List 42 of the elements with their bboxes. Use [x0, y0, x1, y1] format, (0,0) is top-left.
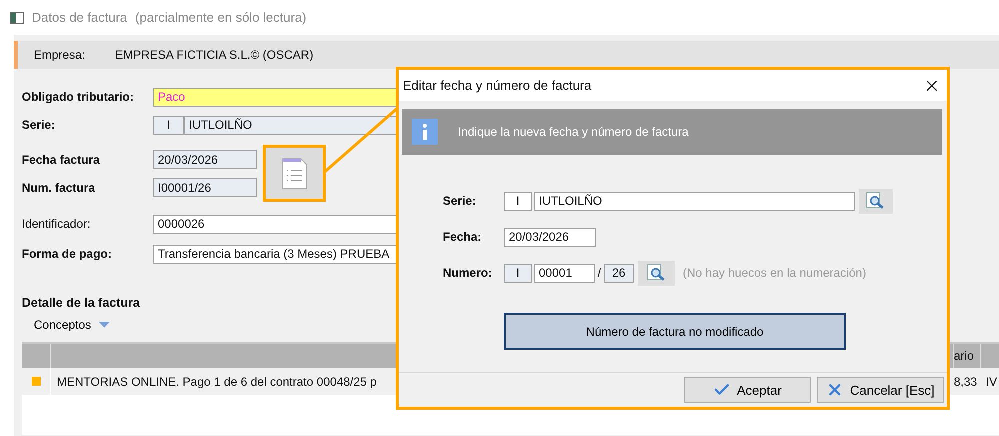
status-button[interactable]: Número de factura no modificado [504, 313, 846, 350]
table-cell: IV [986, 374, 998, 388]
info-text: Indique la nueva fecha y número de factura [458, 125, 689, 139]
date-field[interactable]: 20/03/2026 [153, 150, 257, 169]
field-label: Identificador: [22, 217, 92, 231]
search-button[interactable] [859, 188, 893, 214]
field-label: Num. factura [22, 180, 96, 194]
field-label: Numero: [443, 266, 494, 280]
invoice-number-field[interactable]: I00001/26 [153, 178, 257, 197]
edit-document-button[interactable] [263, 145, 326, 202]
table-cell: MENTORIAS ONLINE. Pago 1 de 6 del contrato 00048/25 p [57, 374, 377, 388]
window-icon [10, 12, 24, 24]
caret-icon [99, 322, 110, 328]
column-header: ario [954, 349, 974, 363]
hint-text: (No hay huecos en la numeración) [683, 266, 866, 280]
company-name: EMPRESA FICTICIA S.L.© (OSCAR) [115, 48, 314, 62]
series-code-field[interactable]: I [153, 116, 184, 134]
series-name-field[interactable]: IUTLOILÑO [534, 192, 855, 210]
series-code-field[interactable]: I [504, 192, 532, 210]
field-label: Serie: [443, 194, 478, 208]
number-series-field[interactable]: I [504, 264, 532, 282]
section-title: Detalle de la factura [22, 296, 142, 310]
window-subtitle: (parcialmente en sólo lectura) [135, 10, 307, 25]
number-field[interactable]: 00001 [534, 264, 595, 282]
concepts-menu[interactable]: Conceptos [34, 318, 110, 332]
field-label: Fecha: [443, 230, 483, 244]
cancel-button[interactable]: Cancelar [Esc] [817, 377, 944, 403]
field-label: Forma de pago: [22, 247, 114, 261]
search-icon [646, 264, 668, 282]
window-title: Datos de factura [32, 10, 128, 25]
year-field[interactable]: 26 [604, 264, 634, 282]
field-label: Fecha factura [22, 152, 102, 166]
table-cell: 8,33 [954, 374, 978, 388]
date-field[interactable]: 20/03/2026 [504, 228, 596, 246]
company-label: Empresa: [34, 48, 86, 62]
search-button[interactable] [638, 260, 675, 286]
info-icon [412, 119, 438, 145]
field-label: Serie: [22, 118, 56, 132]
separator-text: / [596, 266, 602, 280]
field-label: Obligado tributario: [22, 90, 135, 104]
accept-button[interactable]: Aceptar [684, 377, 811, 403]
document-icon [282, 158, 308, 190]
